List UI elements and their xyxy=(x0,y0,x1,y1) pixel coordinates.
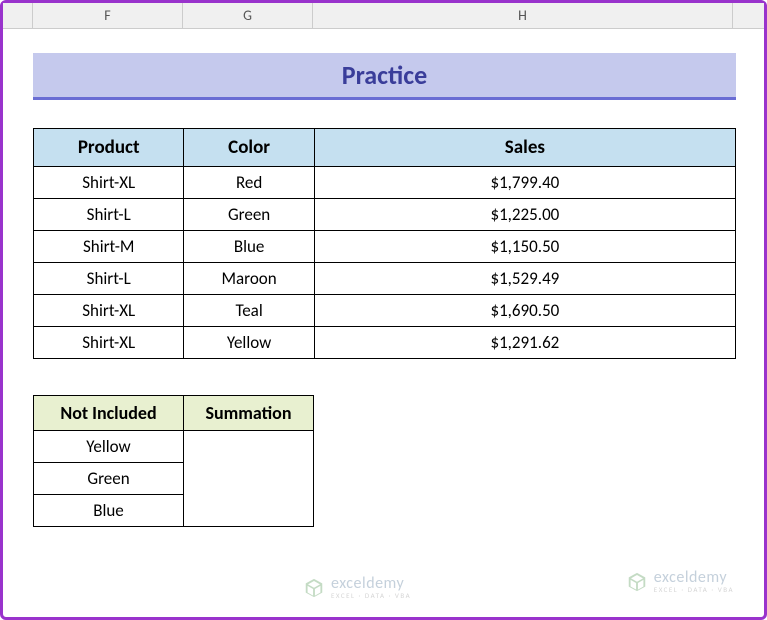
cell-sales[interactable]: $1,291.62 xyxy=(314,327,735,359)
watermark-name: exceldemy xyxy=(331,576,411,592)
watermark: exceldemy EXCEL · DATA · VBA xyxy=(303,576,411,599)
cell-not-included[interactable]: Yellow xyxy=(34,431,184,463)
cell-color[interactable]: Teal xyxy=(184,295,314,327)
cell-product[interactable]: Shirt-XL xyxy=(34,295,184,327)
watermark-text: exceldemy EXCEL · DATA · VBA xyxy=(331,576,411,599)
products-table: Product Color Sales Shirt-XL Red $1,799.… xyxy=(33,128,736,359)
col-header-blank2 xyxy=(733,3,763,28)
cube-icon xyxy=(626,571,648,593)
col-header-f[interactable]: F xyxy=(33,3,183,28)
table-row: Shirt-XL Teal $1,690.50 xyxy=(34,295,736,327)
summary-table: Not Included Summation Yellow Green Blue xyxy=(33,395,314,527)
header-not-included[interactable]: Not Included xyxy=(34,396,184,431)
summary-row: Yellow xyxy=(34,431,314,463)
cell-color[interactable]: Yellow xyxy=(184,327,314,359)
watermark-tag: EXCEL · DATA · VBA xyxy=(654,586,734,593)
table-row: Shirt-L Green $1,225.00 xyxy=(34,199,736,231)
cell-product[interactable]: Shirt-L xyxy=(34,199,184,231)
col-header-blank xyxy=(13,3,33,28)
cell-sales[interactable]: $1,690.50 xyxy=(314,295,735,327)
cell-sales[interactable]: $1,529.49 xyxy=(314,263,735,295)
watermark-tag: EXCEL · DATA · VBA xyxy=(331,592,411,599)
sheet-content: Practice Product Color Sales Shirt-XL Re… xyxy=(3,29,764,527)
cell-product[interactable]: Shirt-L xyxy=(34,263,184,295)
table-row: Shirt-XL Yellow $1,291.62 xyxy=(34,327,736,359)
cell-color[interactable]: Red xyxy=(184,167,314,199)
col-header-g[interactable]: G xyxy=(183,3,313,28)
table-header-row: Product Color Sales xyxy=(34,129,736,167)
table-row: Shirt-XL Red $1,799.40 xyxy=(34,167,736,199)
cell-not-included[interactable]: Green xyxy=(34,463,184,495)
cell-product[interactable]: Shirt-XL xyxy=(34,327,184,359)
cell-summation[interactable] xyxy=(184,431,314,527)
cell-sales[interactable]: $1,799.40 xyxy=(314,167,735,199)
header-summation[interactable]: Summation xyxy=(184,396,314,431)
cube-icon xyxy=(303,577,325,599)
cell-sales[interactable]: $1,150.50 xyxy=(314,231,735,263)
cell-sales[interactable]: $1,225.00 xyxy=(314,199,735,231)
cell-color[interactable]: Maroon xyxy=(184,263,314,295)
cell-color[interactable]: Green xyxy=(184,199,314,231)
cell-product[interactable]: Shirt-M xyxy=(34,231,184,263)
summary-header-row: Not Included Summation xyxy=(34,396,314,431)
watermark: exceldemy EXCEL · DATA · VBA xyxy=(626,570,734,593)
header-product[interactable]: Product xyxy=(34,129,184,167)
col-header-h[interactable]: H xyxy=(313,3,733,28)
header-sales[interactable]: Sales xyxy=(314,129,735,167)
column-headers: F G H xyxy=(3,3,764,29)
watermark-name: exceldemy xyxy=(654,570,734,586)
page-title: Practice xyxy=(342,59,427,91)
watermark-text: exceldemy EXCEL · DATA · VBA xyxy=(654,570,734,593)
cell-product[interactable]: Shirt-XL xyxy=(34,167,184,199)
cell-color[interactable]: Blue xyxy=(184,231,314,263)
header-color[interactable]: Color xyxy=(184,129,314,167)
cell-not-included[interactable]: Blue xyxy=(34,495,184,527)
table-row: Shirt-M Blue $1,150.50 xyxy=(34,231,736,263)
title-bar: Practice xyxy=(33,53,736,100)
table-row: Shirt-L Maroon $1,529.49 xyxy=(34,263,736,295)
